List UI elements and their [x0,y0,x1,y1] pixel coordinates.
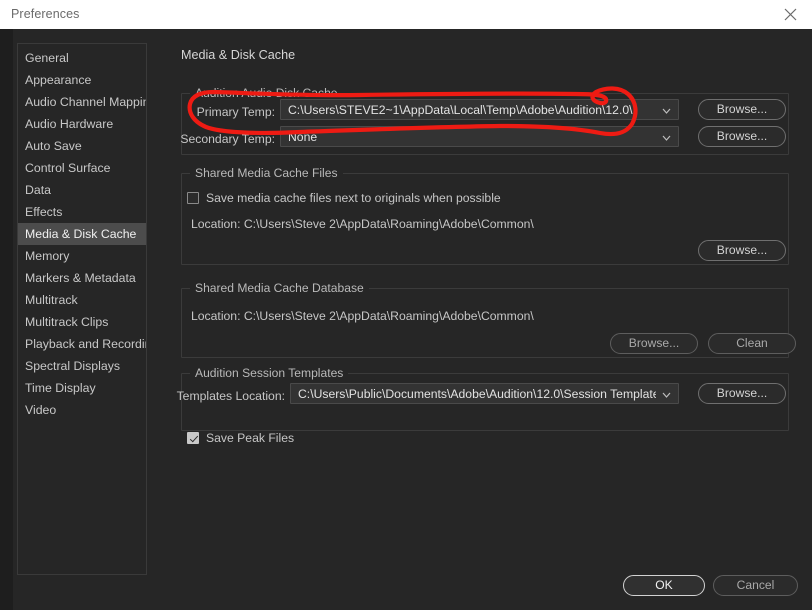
chevron-down-icon[interactable] [659,384,673,405]
shared-cache-files-location: Location: C:\Users\Steve 2\AppData\Roami… [191,217,534,231]
shared-cache-database-location: Location: C:\Users\Steve 2\AppData\Roami… [191,309,534,323]
sidebar-item-media-and-disk-cache[interactable]: Media & Disk Cache [18,223,146,245]
sidebar-item-playback-and-recording[interactable]: Playback and Recording [18,333,146,355]
sidebar-item-effects[interactable]: Effects [18,201,146,223]
checkbox-label: Save media cache files next to originals… [206,191,501,205]
group-legend-session-templates: Audition Session Templates [190,366,349,380]
group-legend-audio-disk-cache: Audition Audio Disk Cache [190,86,343,100]
sidebar-item-video[interactable]: Video [18,399,146,421]
window-title: Preferences [11,7,80,21]
sidebar-item-multitrack-clips[interactable]: Multitrack Clips [18,311,146,333]
ok-button[interactable]: OK [623,575,705,596]
preferences-window: Preferences General Appearance Audio Cha… [0,0,812,610]
save-peak-files-checkbox[interactable]: Save Peak Files [187,431,294,445]
dialog-footer: OK Cancel [0,563,812,610]
sidebar-item-audio-channel-mapping[interactable]: Audio Channel Mapping [18,91,146,113]
sidebar-item-spectral-displays[interactable]: Spectral Displays [18,355,146,377]
templates-location-combo[interactable]: C:\Users\Public\Documents\Adobe\Audition… [290,383,679,404]
checkbox-label: Save Peak Files [206,431,295,445]
sidebar-item-appearance[interactable]: Appearance [18,69,146,91]
sidebar-item-audio-hardware[interactable]: Audio Hardware [18,113,146,135]
primary-temp-browse-button[interactable]: Browse... [698,99,786,120]
chevron-down-glyph [662,108,670,114]
sidebar-item-data[interactable]: Data [18,179,146,201]
group-shared-media-cache-database: Shared Media Cache Database [181,281,789,358]
templates-location-label: Templates Location: [176,389,285,403]
templates-location-browse-button[interactable]: Browse... [698,383,786,404]
primary-temp-label: Primary Temp: [196,105,275,119]
left-edge-strip [0,29,13,610]
sidebar-item-memory[interactable]: Memory [18,245,146,267]
save-media-cache-next-to-originals-checkbox[interactable]: Save media cache files next to originals… [187,191,501,205]
secondary-temp-browse-button[interactable]: Browse... [698,126,786,147]
preferences-main-pane: Media & Disk Cache Audition Audio Disk C… [160,43,800,563]
chevron-down-glyph [662,392,670,398]
close-icon[interactable] [768,0,812,29]
primary-temp-value: C:\Users\STEVE2~1\AppData\Local\Temp\Ado… [288,103,633,117]
secondary-temp-value: None [288,130,318,144]
chevron-down-glyph [662,135,670,141]
group-legend-shared-media-cache-database: Shared Media Cache Database [190,281,369,295]
sidebar-item-control-surface[interactable]: Control Surface [18,157,146,179]
chevron-down-icon[interactable] [659,127,673,148]
secondary-temp-label: Secondary Temp: [180,132,275,146]
checkbox-box[interactable] [187,432,199,444]
cancel-button[interactable]: Cancel [713,575,798,596]
group-legend-shared-media-cache-files: Shared Media Cache Files [190,166,343,180]
shared-cache-database-clean-button[interactable]: Clean [708,333,796,354]
title-bar: Preferences [0,0,812,29]
shared-cache-database-browse-button[interactable]: Browse... [610,333,698,354]
secondary-temp-combo[interactable]: None [280,126,679,147]
chevron-down-icon[interactable] [659,100,673,121]
sidebar-item-auto-save[interactable]: Auto Save [18,135,146,157]
checkbox-box[interactable] [187,192,199,204]
templates-location-value: C:\Users\Public\Documents\Adobe\Audition… [298,387,656,401]
sidebar-item-markers-and-metadata[interactable]: Markers & Metadata [18,267,146,289]
page-title: Media & Disk Cache [181,48,296,62]
shared-cache-files-browse-button[interactable]: Browse... [698,240,786,261]
close-glyph [784,8,796,21]
sidebar-item-general[interactable]: General [18,47,146,69]
preferences-category-list[interactable]: General Appearance Audio Channel Mapping… [17,43,147,575]
sidebar-item-multitrack[interactable]: Multitrack [18,289,146,311]
sidebar-item-time-display[interactable]: Time Display [18,377,146,399]
primary-temp-combo[interactable]: C:\Users\STEVE2~1\AppData\Local\Temp\Ado… [280,99,679,120]
